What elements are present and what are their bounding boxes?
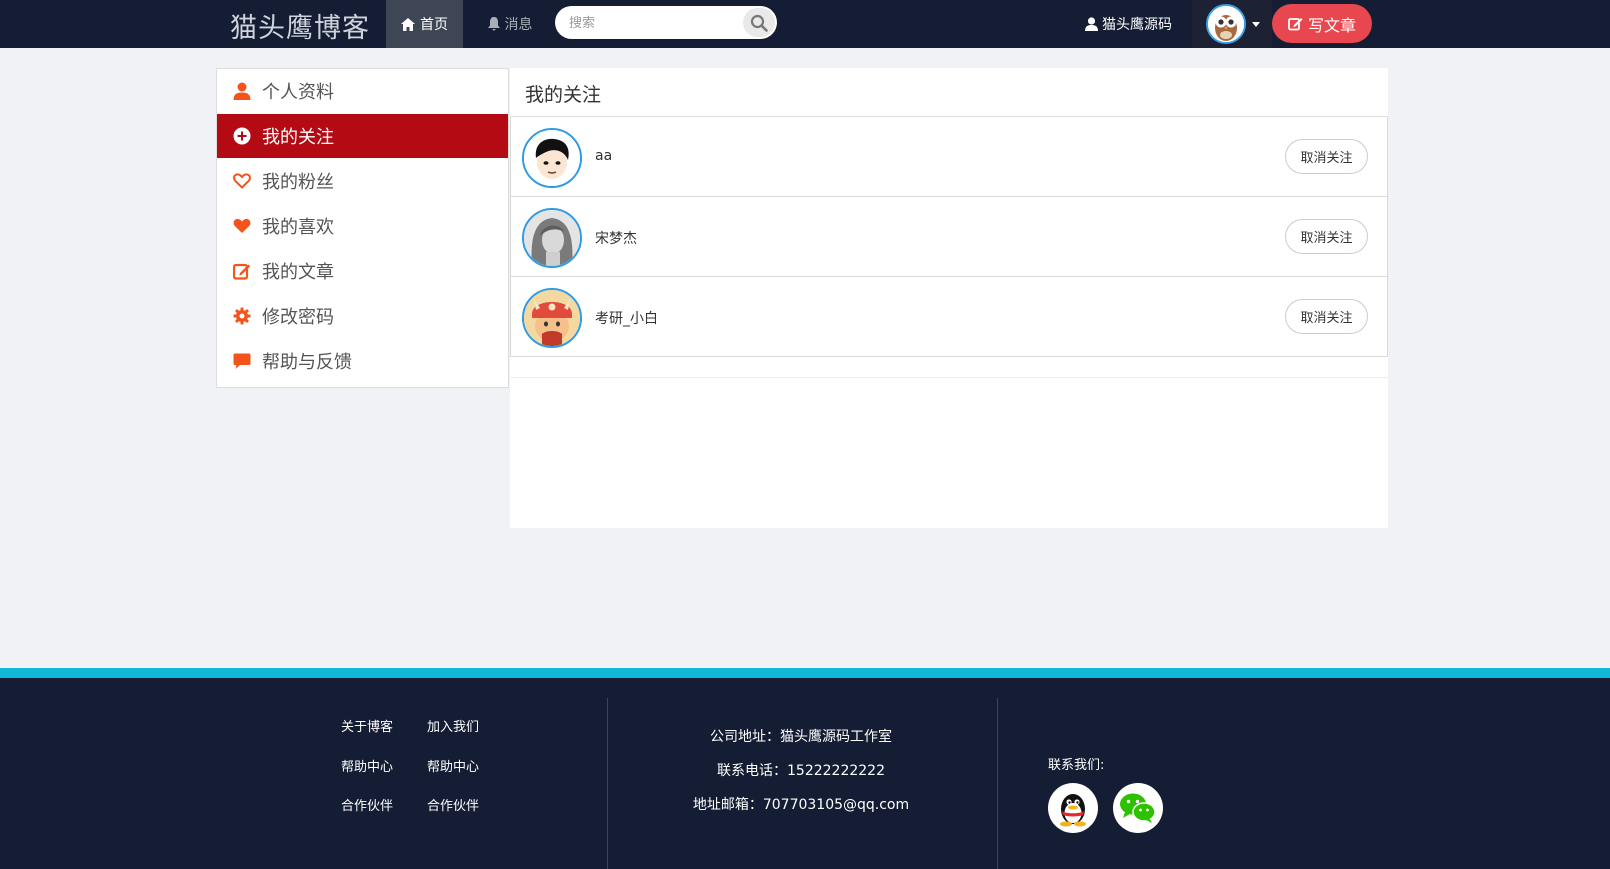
owl-avatar-icon — [1208, 6, 1244, 42]
footer-link-join[interactable]: 加入我们 — [427, 716, 479, 735]
chevron-down-icon — [1252, 21, 1260, 27]
cartoon-boy-avatar-icon — [524, 130, 580, 186]
wechat-icon — [1120, 793, 1156, 823]
following-panel: 我的关注 aa 取消关注 宋梦杰 取消关注 考研_小白 取消关注 — [510, 68, 1388, 528]
cartoon-hat-avatar-icon — [524, 290, 580, 346]
list-item: aa 取消关注 — [510, 117, 1388, 197]
sidebar-item-following[interactable]: 我的关注 — [217, 114, 508, 158]
write-article-label: 写文章 — [1307, 15, 1356, 35]
nav-messages-link[interactable]: 消息 — [470, 0, 550, 48]
edit-icon — [233, 263, 251, 280]
wechat-button[interactable] — [1113, 783, 1163, 833]
avatar[interactable] — [522, 288, 582, 348]
avatar — [1206, 4, 1246, 44]
footer-link-help[interactable]: 帮助中心 — [341, 756, 393, 775]
nav-home-label: 首页 — [420, 17, 448, 33]
sidebar-item-label: 个人资料 — [262, 82, 334, 103]
user-menu-toggle[interactable] — [1192, 0, 1272, 48]
avatar[interactable] — [522, 208, 582, 268]
followed-user-name[interactable]: aa — [595, 148, 612, 164]
nav-username-link[interactable]: 猫头鹰源码 — [1085, 0, 1172, 48]
sidebar-item-password[interactable]: 修改密码 — [217, 294, 508, 338]
gear-icon — [233, 307, 251, 325]
sidebar-item-label: 帮助与反馈 — [262, 352, 352, 373]
footer-link-about[interactable]: 关于博客 — [341, 716, 393, 735]
write-article-button[interactable]: 写文章 — [1272, 4, 1372, 43]
sidebar-item-label: 我的喜欢 — [262, 217, 334, 238]
site-footer: 关于博客 帮助中心 合作伙伴 加入我们 帮助中心 合作伙伴 公司地址：猫头鹰源码… — [0, 678, 1610, 869]
heart-icon — [233, 218, 251, 233]
footer-accent-stripe — [0, 668, 1610, 678]
divider — [607, 698, 608, 869]
footer-link-help[interactable]: 帮助中心 — [427, 756, 479, 775]
user-icon — [1085, 17, 1098, 31]
divider — [510, 377, 1388, 378]
list-item: 考研_小白 取消关注 — [510, 277, 1388, 357]
footer-link-partners[interactable]: 合作伙伴 — [341, 795, 393, 814]
bell-icon — [487, 17, 500, 31]
qq-button[interactable] — [1048, 783, 1098, 833]
search-button[interactable] — [743, 8, 775, 37]
sidebar-item-label: 我的关注 — [262, 127, 334, 148]
contact-email: 地址邮箱：707703105@qq.com — [692, 797, 910, 813]
comment-icon — [233, 353, 251, 369]
unfollow-button[interactable]: 取消关注 — [1285, 139, 1368, 174]
followed-user-name[interactable]: 考研_小白 — [595, 308, 658, 328]
edit-icon — [1288, 18, 1303, 31]
nav-username: 猫头鹰源码 — [1102, 17, 1172, 33]
profile-sidebar: 个人资料 我的关注 我的粉丝 我的喜欢 我的文章 修改密码 帮助与反馈 — [216, 68, 509, 388]
contact-us-label: 联系我们: — [1048, 758, 1105, 773]
heart-outline-icon — [233, 173, 251, 189]
brand-logo[interactable]: 猫头鹰博客 — [230, 6, 370, 45]
sidebar-item-fans[interactable]: 我的粉丝 — [217, 159, 508, 203]
sidebar-item-label: 修改密码 — [262, 307, 334, 328]
followed-user-name[interactable]: 宋梦杰 — [595, 228, 637, 248]
top-navbar: 猫头鹰博客 首页 消息 猫头鹰源码 写文 — [0, 0, 1610, 48]
sidebar-item-likes[interactable]: 我的喜欢 — [217, 204, 508, 248]
search-box — [555, 6, 777, 39]
sidebar-item-help[interactable]: 帮助与反馈 — [217, 339, 508, 383]
avatar[interactable] — [522, 128, 582, 188]
footer-link-partners[interactable]: 合作伙伴 — [427, 795, 479, 814]
list-item: 宋梦杰 取消关注 — [510, 197, 1388, 277]
contact-phone: 联系电话：15222222222 — [717, 763, 885, 779]
company-address: 公司地址：猫头鹰源码工作室 — [710, 729, 892, 745]
sidebar-item-profile[interactable]: 个人资料 — [217, 69, 508, 113]
page-title: 我的关注 — [525, 84, 602, 106]
user-icon — [233, 82, 251, 100]
search-input[interactable] — [569, 13, 729, 33]
unfollow-button[interactable]: 取消关注 — [1285, 219, 1368, 254]
nav-messages-label: 消息 — [504, 17, 533, 33]
nav-home-link[interactable]: 首页 — [386, 0, 463, 48]
qq-icon — [1060, 794, 1086, 827]
search-icon — [750, 14, 768, 32]
unfollow-button[interactable]: 取消关注 — [1285, 299, 1368, 334]
sidebar-item-label: 我的文章 — [262, 262, 334, 283]
home-icon — [401, 17, 415, 31]
sidebar-item-articles[interactable]: 我的文章 — [217, 249, 508, 293]
plus-circle-icon — [233, 127, 251, 145]
sidebar-item-label: 我的粉丝 — [262, 172, 334, 193]
woman-photo-avatar-icon — [524, 210, 580, 266]
divider — [997, 698, 998, 869]
